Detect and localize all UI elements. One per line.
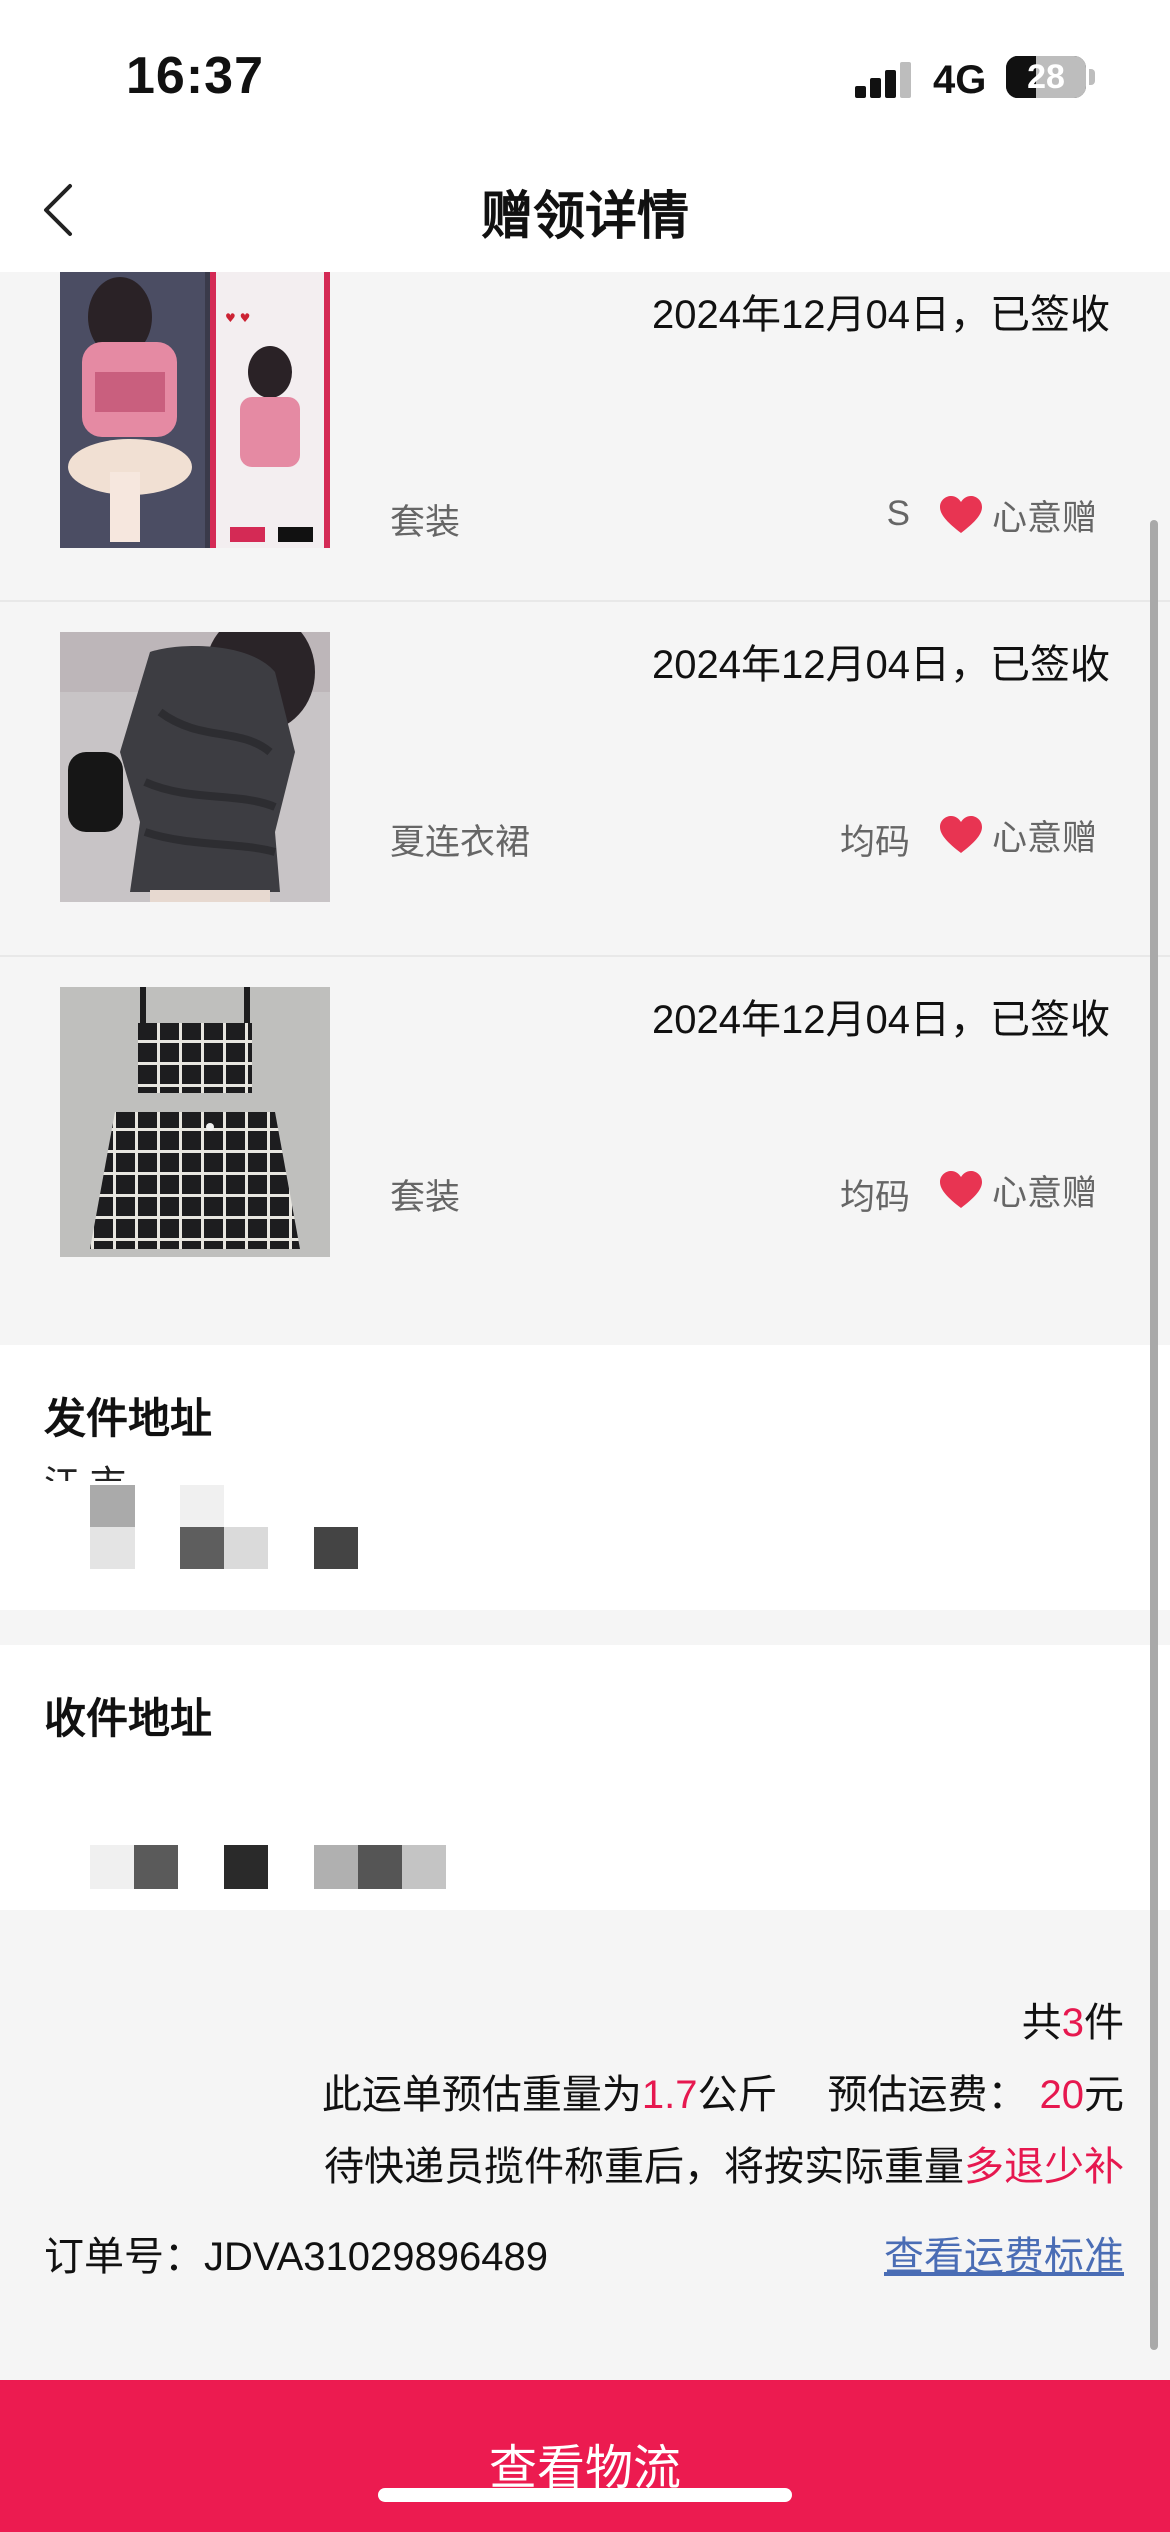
redacted-address-pixels — [90, 1845, 460, 1895]
product-image[interactable]: ♥ ♥ — [60, 272, 330, 548]
order-label: 订单号： — [44, 2235, 204, 2279]
redacted-address-pixels — [90, 1485, 370, 1569]
sign-date: 2024年12月04日，已签收 — [652, 293, 1110, 337]
order-value: JDVA31029896489 — [204, 2235, 548, 2279]
gift-tag: 心意赠 — [938, 812, 1097, 858]
gift-tag: 心意赠 — [938, 1167, 1097, 1213]
item-name: 夏连衣裙 — [390, 823, 531, 862]
fee-standard-link[interactable]: 查看运费标准 — [884, 2224, 1124, 2282]
gift-item[interactable]: 2024年12月04日，已签收 套装 均码 心意赠 — [0, 957, 1170, 1327]
fee-label: 预估运费： — [827, 2073, 1028, 2117]
receiver-address-card: 收件地址 — [0, 1645, 1170, 1910]
sign-date: 2024年12月04日，已签收 — [652, 998, 1110, 1042]
item-name: 套装 — [390, 1178, 461, 1217]
item-size: 均码 — [839, 823, 910, 862]
weight-value: 1.7 — [641, 2073, 698, 2117]
item-name: 套装 — [390, 503, 461, 542]
status-time: 16:37 — [126, 47, 264, 105]
fee-unit: 元 — [1084, 2073, 1124, 2117]
heart-icon — [940, 496, 982, 533]
battery-level: 28 — [1027, 58, 1065, 96]
view-logistics-button[interactable]: 查看物流 — [0, 2380, 1170, 2532]
svg-text:♥ ♥: ♥ ♥ — [225, 311, 250, 325]
gift-tag: 心意赠 — [938, 492, 1097, 538]
sign-date: 2024年12月04日，已签收 — [652, 643, 1110, 687]
item-count: 共3件 — [1022, 1990, 1124, 2048]
battery-cap — [1089, 69, 1095, 85]
order-number: 订单号：JDVA31029896489 — [44, 2224, 548, 2282]
nav-bar: 赠领详情 — [0, 150, 1170, 273]
weight-prefix: 此运单预估重量为 — [321, 2073, 642, 2117]
product-image[interactable] — [60, 987, 330, 1257]
home-indicator — [378, 2488, 792, 2502]
item-size: S — [886, 494, 910, 533]
sender-address-line: 江 市 — [44, 1455, 126, 1481]
gift-label: 心意赠 — [992, 1173, 1098, 1213]
receiver-address-title: 收件地址 — [44, 1695, 213, 1742]
fee-value: 20 — [1039, 2073, 1085, 2117]
scrollbar[interactable] — [1150, 520, 1158, 2350]
count-value: 3 — [1061, 2001, 1084, 2045]
order-summary: 共3件 此运单预估重量为1.7公斤 预估运费： 20元 待快递员揽件称重后，将按实际… — [0, 1912, 1170, 2380]
network-type: 4G — [933, 58, 987, 102]
note-prefix: 待快递员揽件称重后，将按实际重量 — [324, 2145, 964, 2189]
product-image[interactable] — [60, 632, 330, 902]
sender-address-title: 发件地址 — [44, 1395, 213, 1442]
sender-address-card: 发件地址 江 市 — [0, 1345, 1170, 1610]
gift-item-list: ♥ ♥ 2024年12月04日，已签收 套装 S 心意赠 2024年12月04日… — [0, 272, 1170, 1327]
gift-label: 心意赠 — [992, 818, 1098, 858]
count-prefix: 共 — [1021, 2001, 1062, 2045]
page-title: 赠领详情 — [480, 188, 689, 246]
item-size: 均码 — [839, 1178, 910, 1217]
note-highlight: 多退少补 — [964, 2145, 1124, 2189]
battery-icon: 28 — [1006, 56, 1086, 98]
weigh-note: 待快递员揽件称重后，将按实际重量多退少补 — [324, 2134, 1124, 2192]
gift-item[interactable]: ♥ ♥ 2024年12月04日，已签收 套装 S 心意赠 — [0, 272, 1170, 602]
status-bar: 16:37 4G 28 — [0, 0, 1170, 150]
weight-and-fee: 此运单预估重量为1.7公斤 预估运费： 20元 — [322, 2062, 1124, 2120]
heart-icon — [940, 1171, 982, 1208]
gift-item[interactable]: 2024年12月04日，已签收 夏连衣裙 均码 心意赠 — [0, 602, 1170, 957]
weight-unit: 公斤 — [697, 2073, 778, 2117]
count-suffix: 件 — [1084, 2001, 1124, 2045]
signal-icon — [855, 62, 913, 98]
gift-label: 心意赠 — [992, 498, 1098, 538]
heart-icon — [940, 816, 982, 853]
